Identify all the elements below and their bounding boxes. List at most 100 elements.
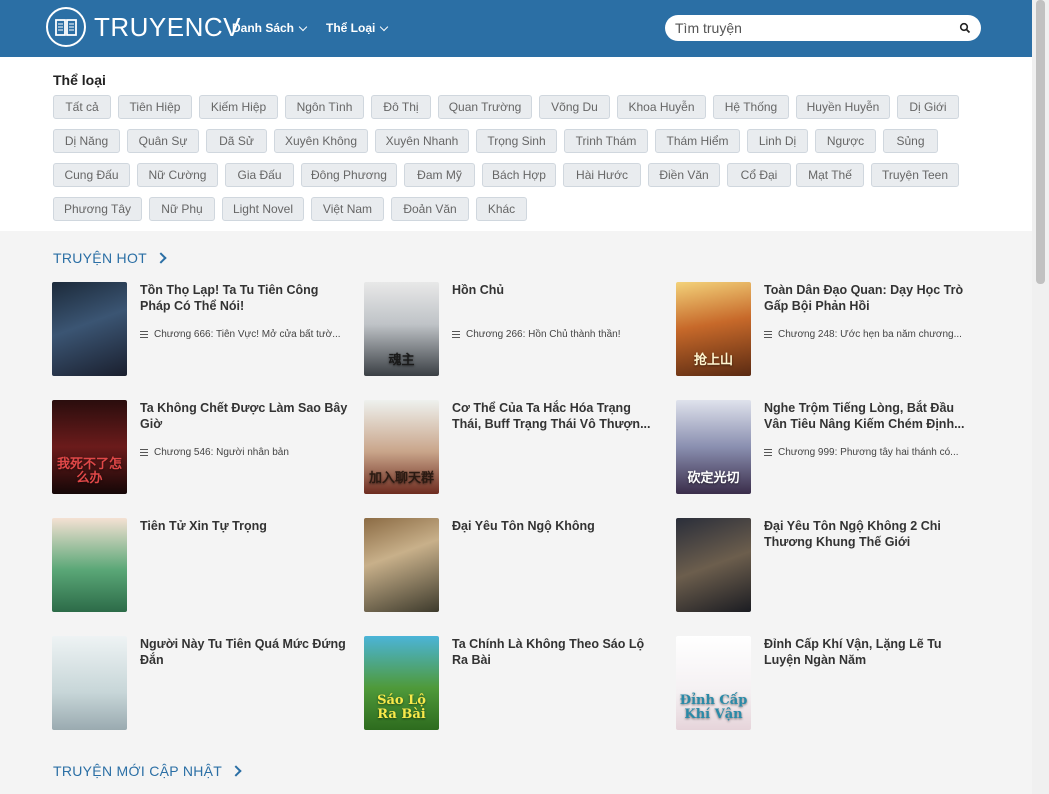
site-logo[interactable]: TRUYENCV: [46, 7, 241, 47]
genre-chip[interactable]: Tất cả: [53, 95, 111, 119]
story-title[interactable]: Hồn Chủ: [452, 282, 662, 298]
search-box: [665, 15, 981, 41]
genre-chip[interactable]: Dã Sử: [206, 129, 267, 153]
genre-chip[interactable]: Nữ Phụ: [149, 197, 215, 221]
story-title[interactable]: Đại Yêu Tôn Ngộ Không: [452, 518, 662, 534]
main-content: TRUYỆN HOT Tồn Thọ Lạp! Ta Tu Tiên Công …: [45, 231, 981, 794]
genre-chip[interactable]: Hệ Thống: [713, 95, 789, 119]
new-updates-title[interactable]: TRUYỆN MỚI CẬP NHẬT: [53, 763, 242, 779]
story-cover-image[interactable]: Sáo Lộ Ra Bài: [364, 636, 439, 730]
genre-chip[interactable]: Xuyên Không: [274, 129, 368, 153]
story-title[interactable]: Cơ Thể Của Ta Hắc Hóa Trạng Thái, Buff T…: [452, 400, 662, 432]
story-title[interactable]: Tồn Thọ Lạp! Ta Tu Tiên Công Pháp Có Thể…: [140, 282, 350, 314]
story-cover-image[interactable]: Đỉnh Cấp Khí Vận: [676, 636, 751, 730]
story-title[interactable]: Nghe Trộm Tiếng Lòng, Bắt Đầu Vân Tiêu N…: [764, 400, 974, 432]
story-title[interactable]: Người Này Tu Tiên Quá Mức Đứng Đắn: [140, 636, 350, 668]
story-cover-image[interactable]: 抢上山: [676, 282, 751, 376]
genre-chip[interactable]: Ngôn Tình: [285, 95, 364, 119]
logo-text: TRUYENCV: [94, 11, 242, 42]
genre-chip[interactable]: Trọng Sinh: [476, 129, 557, 153]
genre-chip[interactable]: Đô Thị: [371, 95, 431, 119]
genre-chip[interactable]: Phương Tây: [53, 197, 142, 221]
story-item[interactable]: Người Này Tu Tiên Quá Mức Đứng Đắn: [52, 636, 352, 730]
genre-chip[interactable]: Trinh Thám: [564, 129, 648, 153]
latest-chapter-link[interactable]: Chương 266: Hồn Chủ thành thần!: [452, 329, 664, 340]
genre-chip[interactable]: Quan Trường: [438, 95, 532, 119]
story-item[interactable]: Tồn Thọ Lạp! Ta Tu Tiên Công Pháp Có Thể…: [52, 282, 352, 376]
genre-chip[interactable]: Truyện Teen: [871, 163, 959, 187]
latest-chapter-link[interactable]: Chương 248: Ước hẹn ba năm chương...: [764, 329, 976, 340]
genre-chip[interactable]: Thám Hiểm: [655, 129, 740, 153]
new-updates-title-text: TRUYỆN MỚI CẬP NHẬT: [53, 763, 223, 779]
genre-chip[interactable]: Bách Hợp: [482, 163, 556, 187]
story-cover-image[interactable]: [52, 518, 127, 612]
genre-chip[interactable]: Việt Nam: [311, 197, 384, 221]
nav-danh-sach[interactable]: Danh Sách: [232, 21, 308, 35]
genre-chip[interactable]: Dị Năng: [53, 129, 120, 153]
story-item[interactable]: 抢上山 Toàn Dân Đạo Quan: Dạy Học Trò Gấp Bộ…: [676, 282, 976, 376]
genre-chip[interactable]: Hài Hước: [563, 163, 641, 187]
story-title[interactable]: Đỉnh Cấp Khí Vận, Lặng Lẽ Tu Luyện Ngàn …: [764, 636, 974, 668]
story-cover-image[interactable]: [52, 636, 127, 730]
story-item[interactable]: Đỉnh Cấp Khí Vận Đỉnh Cấp Khí Vận, Lặng L…: [676, 636, 976, 730]
genre-chip[interactable]: Mạt Thế: [796, 163, 864, 187]
chapter-text: Chương 666: Tiên Vực! Mở cửa bất tườ...: [154, 329, 341, 340]
cover-art-text: 加入聊天群: [368, 471, 434, 486]
story-cover-image[interactable]: [364, 518, 439, 612]
story-item[interactable]: Đại Yêu Tôn Ngộ Không: [364, 518, 664, 612]
genre-chip[interactable]: Đông Phương: [301, 163, 397, 187]
nav-the-loai[interactable]: Thể Loại: [326, 21, 389, 35]
scrollbar[interactable]: [1032, 0, 1049, 794]
genre-chip[interactable]: Gia Đấu: [225, 163, 294, 187]
scrollbar-thumb[interactable]: [1036, 0, 1045, 284]
genre-chip[interactable]: Kiếm Hiệp: [199, 95, 278, 119]
latest-chapter-link[interactable]: Chương 546: Người nhân bản: [140, 447, 352, 458]
story-cover-image[interactable]: 魂主: [364, 282, 439, 376]
genre-chip[interactable]: Đam Mỹ: [404, 163, 475, 187]
story-title[interactable]: Ta Không Chết Được Làm Sao Bây Giờ: [140, 400, 350, 432]
cover-art-text: Đỉnh Cấp Khí Vận: [679, 693, 748, 722]
hot-section-title[interactable]: TRUYỆN HOT: [53, 250, 167, 266]
search-icon[interactable]: [959, 21, 971, 39]
genre-chip[interactable]: Xuyên Nhanh: [375, 129, 469, 153]
genre-chip[interactable]: Tiên Hiệp: [118, 95, 192, 119]
genre-chip[interactable]: Quân Sự: [127, 129, 199, 153]
story-item[interactable]: 加入聊天群 Cơ Thể Của Ta Hắc Hóa Trạng Thái, B…: [364, 400, 664, 494]
genre-chip[interactable]: Cổ Đại: [727, 163, 791, 187]
story-title[interactable]: Ta Chính Là Không Theo Sáo Lộ Ra Bài: [452, 636, 662, 668]
story-title[interactable]: Đại Yêu Tôn Ngộ Không 2 Chi Thương Khung…: [764, 518, 974, 550]
story-title[interactable]: Toàn Dân Đạo Quan: Dạy Học Trò Gấp Bội P…: [764, 282, 974, 314]
genre-chip[interactable]: Dị Giới: [897, 95, 959, 119]
genre-chip[interactable]: Nữ Cường: [137, 163, 218, 187]
genre-chip[interactable]: Đoản Văn: [391, 197, 469, 221]
search-input[interactable]: [675, 19, 945, 37]
genre-chip[interactable]: Khoa Huyễn: [617, 95, 706, 119]
story-item[interactable]: Tiên Tử Xin Tự Trọng: [52, 518, 352, 612]
latest-chapter-link[interactable]: Chương 999: Phương tây hai thánh có...: [764, 447, 976, 458]
genre-chip[interactable]: Light Novel: [222, 197, 304, 221]
story-item[interactable]: 魂主 Hồn Chủ Chương 266: Hồn Chủ thành thần!: [364, 282, 664, 376]
story-cover-image[interactable]: 我死不了怎么办: [52, 400, 127, 494]
genre-chip[interactable]: Sủng: [883, 129, 938, 153]
genre-chip[interactable]: Huyền Huyễn: [796, 95, 890, 119]
genre-chip[interactable]: Linh Dị: [747, 129, 808, 153]
nav-label: Danh Sách: [232, 21, 295, 35]
story-item[interactable]: Đại Yêu Tôn Ngộ Không 2 Chi Thương Khung…: [676, 518, 976, 612]
story-title[interactable]: Tiên Tử Xin Tự Trọng: [140, 518, 350, 534]
story-cover-image[interactable]: 砍定光切: [676, 400, 751, 494]
latest-chapter-link[interactable]: Chương 666: Tiên Vực! Mở cửa bất tườ...: [140, 329, 352, 340]
top-navbar: TRUYENCV Danh Sách Thể Loại: [0, 0, 1032, 57]
story-item[interactable]: 砍定光切 Nghe Trộm Tiếng Lòng, Bắt Đầu Vân Ti…: [676, 400, 976, 494]
hot-title-text: TRUYỆN HOT: [53, 250, 147, 266]
genre-title: Thể loại: [53, 72, 106, 88]
story-cover-image[interactable]: [676, 518, 751, 612]
genre-chip[interactable]: Khác: [476, 197, 527, 221]
genre-chip[interactable]: Võng Du: [539, 95, 610, 119]
story-cover-image[interactable]: 加入聊天群: [364, 400, 439, 494]
story-cover-image[interactable]: [52, 282, 127, 376]
story-item[interactable]: Sáo Lộ Ra Bài Ta Chính Là Không Theo Sáo …: [364, 636, 664, 730]
genre-chip[interactable]: Ngược: [815, 129, 876, 153]
genre-chip[interactable]: Cung Đấu: [53, 163, 130, 187]
genre-chip[interactable]: Điền Văn: [648, 163, 720, 187]
story-item[interactable]: 我死不了怎么办 Ta Không Chết Được Làm Sao Bây Gi…: [52, 400, 352, 494]
